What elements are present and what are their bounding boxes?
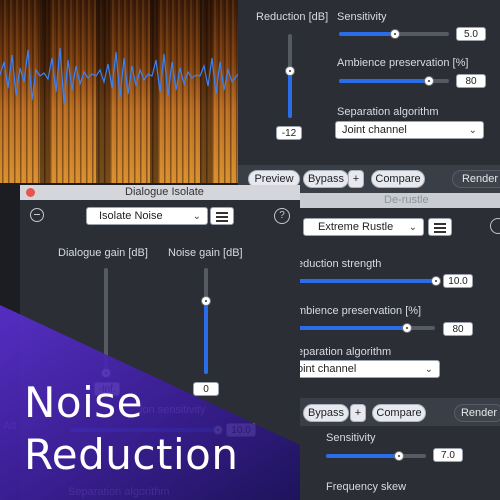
noise-gain-slider-knob[interactable] bbox=[201, 296, 211, 306]
headline-line1: Noise bbox=[24, 378, 144, 427]
derustle-ambience-label: mbience preservation [%] bbox=[297, 305, 422, 317]
ambience-value-field[interactable]: 80 bbox=[456, 74, 486, 88]
reduction-value-field[interactable]: -12 bbox=[276, 126, 302, 140]
mode-dropdown[interactable]: Isolate Noise ⌄ bbox=[86, 207, 208, 225]
dialogue-gain-slider-knob[interactable] bbox=[101, 368, 111, 378]
dialogue-isolate-title: Dialogue Isolate bbox=[125, 186, 204, 198]
hamburger-icon[interactable] bbox=[428, 218, 452, 236]
separation-label: Separation algorithm bbox=[337, 106, 439, 118]
derustle-strength-label: eduction strength bbox=[297, 258, 382, 270]
add-button[interactable]: + bbox=[348, 170, 364, 188]
reduction-slider-fill bbox=[288, 72, 292, 118]
dialogue-gain-slider-track[interactable] bbox=[104, 268, 108, 374]
dialogue-gain-label: Dialogue gain [dB] bbox=[58, 247, 148, 259]
sensitivity-value-field[interactable]: 5.0 bbox=[456, 27, 486, 41]
chevron-down-icon: ⌄ bbox=[468, 125, 477, 136]
speech-bubble-icon[interactable] bbox=[30, 208, 44, 222]
bypass-button[interactable]: Bypass bbox=[303, 170, 349, 188]
close-dot-icon[interactable] bbox=[26, 188, 35, 197]
derustle-sensitivity-label: Sensitivity bbox=[326, 432, 376, 444]
help-icon[interactable] bbox=[490, 218, 500, 234]
noise-gain-slider-fill bbox=[204, 300, 208, 374]
derustle-frequency-skew-label: Frequency skew bbox=[326, 481, 407, 493]
derustle-preset-dropdown[interactable]: Extreme Rustle ⌄ bbox=[303, 218, 424, 236]
derustle-ambience-value-field[interactable]: 80 bbox=[443, 322, 473, 336]
ambience-slider-fill bbox=[339, 79, 429, 83]
reduction-label: Reduction [dB] bbox=[256, 11, 329, 23]
derustle-ambience-slider-fill bbox=[295, 326, 407, 330]
derustle-render-button[interactable]: Render bbox=[454, 404, 500, 422]
derustle-strength-value-field[interactable]: 10.0 bbox=[443, 274, 473, 288]
chevron-down-icon: ⌄ bbox=[192, 211, 201, 222]
derustle-title: De-rustle bbox=[384, 194, 429, 206]
derustle-add-button[interactable]: + bbox=[350, 404, 366, 422]
separation-algorithm-label: Separation algorithm bbox=[68, 486, 170, 498]
ambience-label: Ambience preservation [%] bbox=[337, 57, 469, 69]
headline-line2: Reduction bbox=[24, 430, 239, 479]
derustle-sensitivity-slider-knob[interactable] bbox=[394, 451, 404, 461]
chevron-down-icon: ⌄ bbox=[408, 222, 417, 233]
mode-dropdown-value: Isolate Noise bbox=[99, 210, 163, 222]
derustle-sensitivity-slider-fill bbox=[326, 454, 398, 458]
derustle-separation-value: oint channel bbox=[297, 363, 357, 375]
derustle-sensitivity-value-field[interactable]: 7.0 bbox=[433, 448, 463, 462]
derustle-preset-value: Extreme Rustle bbox=[318, 221, 394, 233]
compare-button[interactable]: Compare bbox=[371, 170, 425, 188]
spectrogram-view[interactable] bbox=[0, 0, 238, 183]
derustle-ambience-slider-knob[interactable] bbox=[402, 323, 412, 333]
derustle-compare-button[interactable]: Compare bbox=[372, 404, 426, 422]
separation-dropdown[interactable]: Joint channel ⌄ bbox=[335, 121, 484, 139]
noise-gain-value-field[interactable]: 0 bbox=[193, 382, 219, 396]
derustle-strength-slider-knob[interactable] bbox=[431, 276, 441, 286]
noise-gain-label: Noise gain [dB] bbox=[168, 247, 243, 259]
derustle-bypass-button[interactable]: Bypass bbox=[303, 404, 349, 422]
chevron-down-icon: ⌄ bbox=[424, 364, 433, 375]
separation-sensitivity-label: ion sensitivity bbox=[140, 404, 206, 416]
hamburger-icon[interactable] bbox=[210, 207, 234, 225]
ambience-slider-knob[interactable] bbox=[424, 76, 434, 86]
separation-dropdown-value: Joint channel bbox=[342, 124, 407, 136]
help-icon[interactable]: ? bbox=[274, 208, 290, 224]
derustle-strength-slider-fill bbox=[295, 279, 435, 283]
render-button[interactable]: Render bbox=[452, 170, 500, 188]
sensitivity-slider-knob[interactable] bbox=[390, 29, 400, 39]
derustle-separation-label: eparation algorithm bbox=[297, 346, 392, 358]
sensitivity-slider-fill bbox=[339, 32, 395, 36]
reduction-slider-knob[interactable] bbox=[285, 66, 295, 76]
attenuation-label: Att bbox=[3, 420, 17, 432]
derustle-separation-dropdown[interactable]: oint channel ⌄ bbox=[290, 360, 440, 378]
sensitivity-label: Sensitivity bbox=[337, 11, 387, 23]
